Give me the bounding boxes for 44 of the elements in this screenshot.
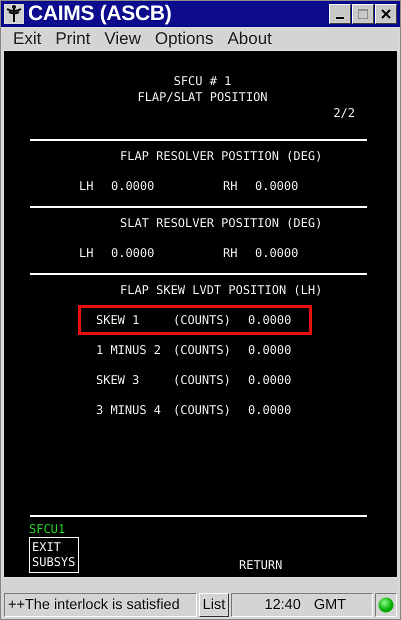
skew-label: SKEW 1 <box>96 313 140 327</box>
unit-label: (COUNTS) <box>173 373 232 387</box>
position-value: 0.0000 <box>111 178 156 194</box>
exit-subsystem-button[interactable]: EXIT SUBSYS <box>29 537 79 573</box>
minimize-icon <box>336 17 344 19</box>
side-label: RH <box>223 178 238 194</box>
section-heading: SLAT RESOLVER POSITION (DEG) <box>119 215 324 231</box>
position-value: 0.0000 <box>111 245 156 261</box>
staff-icon <box>4 4 24 24</box>
clock-time: 12:40 <box>264 597 301 613</box>
position-value: 0.0000 <box>255 245 300 261</box>
minimize-button[interactable] <box>329 4 351 24</box>
menu-item[interactable]: Options <box>148 29 220 49</box>
page-number: 2/2 <box>332 105 356 121</box>
unit-label: (COUNTS) <box>173 403 232 417</box>
count-value: 0.0000 <box>248 313 292 327</box>
position-value: 0.0000 <box>255 178 300 194</box>
skew-label: 1 MINUS 2 <box>96 343 162 357</box>
subsystem-label: SFCU1 <box>29 522 66 537</box>
count-value: 0.0000 <box>248 403 292 417</box>
window-title: CAIMS (ASCB) <box>28 2 172 26</box>
list-button[interactable]: List <box>198 593 230 617</box>
close-icon <box>380 8 392 20</box>
skew-label: 3 MINUS 4 <box>96 403 162 417</box>
menu-item[interactable]: About <box>221 29 278 49</box>
time-zone: GMT <box>314 597 346 613</box>
screen-title: FLAP/SLAT POSITION <box>136 89 269 105</box>
menu-item[interactable]: Exit <box>7 29 48 49</box>
count-value: 0.0000 <box>248 343 292 357</box>
section-heading: FLAP RESOLVER POSITION (DEG) <box>119 148 324 164</box>
count-value: 0.0000 <box>248 373 292 387</box>
maximize-icon <box>357 8 369 20</box>
side-label: LH <box>79 178 94 194</box>
unit-label: (COUNTS) <box>173 313 232 327</box>
section-heading: FLAP SKEW LVDT POSITION (LH) <box>119 282 324 298</box>
menu-item[interactable]: Print <box>49 29 96 49</box>
skew-label: SKEW 3 <box>96 373 140 387</box>
status-message: ++The interlock is satisfied <box>4 593 197 617</box>
close-button[interactable] <box>375 4 397 24</box>
side-label: RH <box>223 245 238 261</box>
screen-unit: SFCU # 1 <box>172 73 232 89</box>
menu-item[interactable]: View <box>98 29 147 49</box>
side-label: LH <box>79 245 94 261</box>
unit-label: (COUNTS) <box>173 343 232 357</box>
